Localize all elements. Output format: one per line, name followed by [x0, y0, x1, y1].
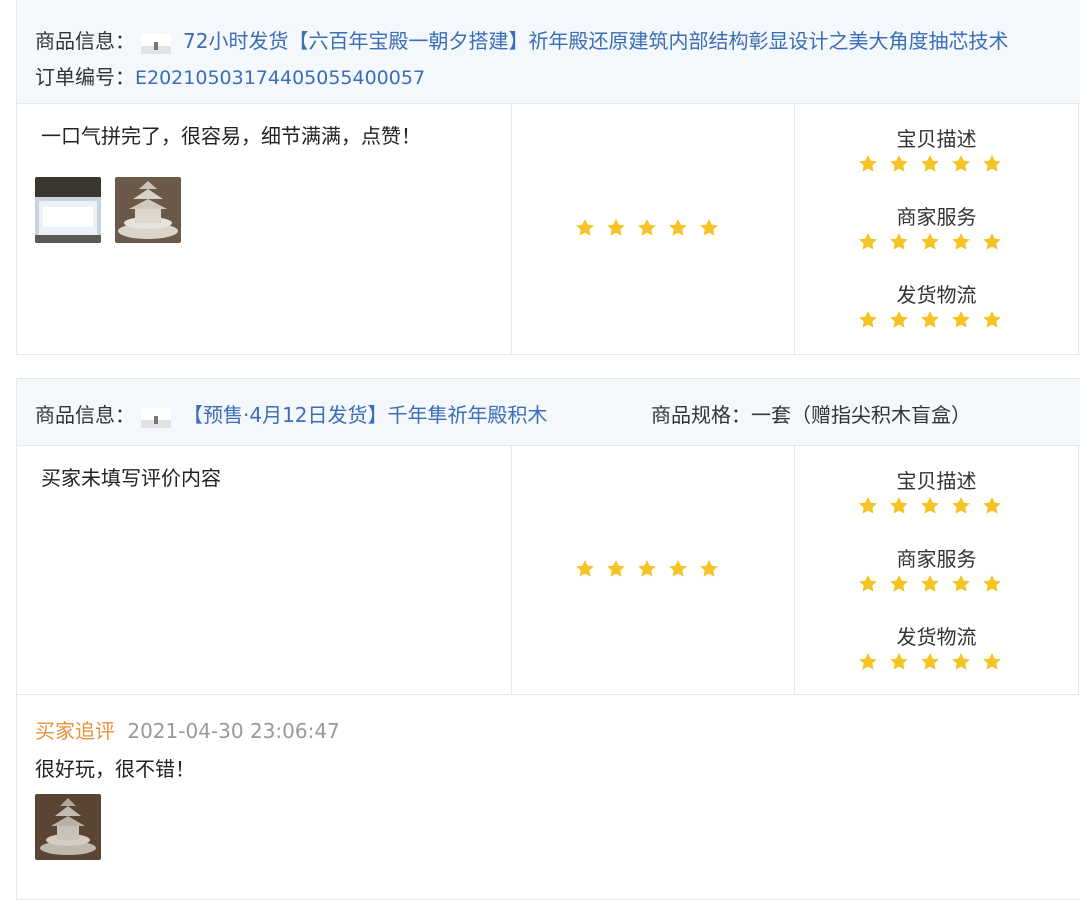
star-icon: [981, 153, 1003, 175]
star-icon: [857, 153, 879, 175]
star-icon: [667, 558, 689, 580]
star-icon: [888, 309, 910, 331]
star-icon: [574, 217, 596, 239]
review-header-2: 商品信息： 【预售·4月12日发货】千年隼祈年殿积木 商品规格：一套（赠指尖积木盲…: [17, 379, 1080, 446]
star-icon: [950, 153, 972, 175]
star-icon: [919, 231, 941, 253]
star-icon: [888, 231, 910, 253]
review-card-1: 商品信息： 72小时发货【六百年宝殿一朝夕搭建】祈年殿还原建筑内部结构彰显设计之美…: [16, 0, 1080, 355]
overall-stars: [574, 217, 720, 239]
review-header-1: 商品信息： 72小时发货【六百年宝殿一朝夕搭建】祈年殿还原建筑内部结构彰显设计之美…: [17, 0, 1080, 104]
review-card-2: 商品信息： 【预售·4月12日发货】千年隼祈年殿积木 商品规格：一套（赠指尖积木盲…: [16, 378, 1080, 900]
product-info-label: 商品信息：: [35, 29, 135, 53]
rating-label-description: 宝贝描述: [896, 469, 977, 493]
star-icon: [667, 217, 689, 239]
star-icon: [950, 651, 972, 673]
rating-label-service: 商家服务: [896, 205, 977, 229]
star-icon: [574, 558, 596, 580]
rating-stars-logistics: [857, 651, 1003, 673]
rating-label-logistics: 发货物流: [896, 625, 977, 649]
star-icon: [605, 558, 627, 580]
followup-label: 买家追评: [35, 719, 115, 743]
star-icon: [888, 153, 910, 175]
star-icon: [919, 495, 941, 517]
product-info-label: 商品信息：: [35, 403, 135, 427]
overall-rating-cell: [512, 104, 795, 354]
order-number-link[interactable]: E20210503174405055400057: [135, 67, 425, 89]
product-title-link[interactable]: 72小时发货【六百年宝殿一朝夕搭建】祈年殿还原建筑内部结构彰显设计之美大角度抽芯…: [183, 29, 1008, 53]
review-content-cell: 买家未填写评价内容: [17, 446, 512, 694]
star-icon: [950, 495, 972, 517]
overall-rating-cell: [512, 446, 795, 694]
rating-label-description: 宝贝描述: [896, 127, 977, 151]
star-icon: [919, 153, 941, 175]
review-comment: 买家未填写评价内容: [41, 466, 221, 490]
star-icon: [698, 217, 720, 239]
followup-review: 买家追评 2021-04-30 23:06:47 很好玩，很不错！: [17, 695, 1080, 899]
star-icon: [636, 217, 658, 239]
order-number-label: 订单编号：: [35, 65, 135, 89]
star-icon: [857, 231, 879, 253]
star-icon: [950, 231, 972, 253]
product-thumbnail[interactable]: [141, 33, 171, 54]
product-spec-label: 商品规格：: [651, 403, 751, 427]
product-thumbnail[interactable]: [141, 407, 171, 428]
star-icon: [857, 651, 879, 673]
star-icon: [698, 558, 720, 580]
followup-photo[interactable]: [35, 794, 101, 860]
rating-stars-description: [857, 153, 1003, 175]
product-title-link[interactable]: 【预售·4月12日发货】千年隼祈年殿积木: [183, 403, 548, 427]
review-photo[interactable]: [35, 177, 101, 243]
star-icon: [981, 651, 1003, 673]
star-icon: [919, 573, 941, 595]
followup-timestamp: 2021-04-30 23:06:47: [127, 719, 340, 743]
star-icon: [981, 231, 1003, 253]
star-icon: [605, 217, 627, 239]
rating-stars-service: [857, 573, 1003, 595]
rating-label-service: 商家服务: [896, 547, 977, 571]
star-icon: [919, 651, 941, 673]
overall-stars: [574, 558, 720, 580]
star-icon: [981, 309, 1003, 331]
detailed-rating-cell: 宝贝描述 商家服务 发货物流: [795, 446, 1079, 694]
review-comment: 一口气拼完了，很容易，细节满满，点赞！: [41, 124, 421, 148]
product-spec-value: 一套（赠指尖积木盲盒）: [751, 403, 971, 427]
star-icon: [981, 495, 1003, 517]
star-icon: [888, 495, 910, 517]
star-icon: [919, 309, 941, 331]
star-icon: [950, 309, 972, 331]
followup-text: 很好玩，很不错！: [35, 757, 195, 781]
rating-stars-service: [857, 231, 1003, 253]
star-icon: [857, 573, 879, 595]
star-icon: [857, 495, 879, 517]
star-icon: [888, 573, 910, 595]
review-photo[interactable]: [115, 177, 181, 243]
star-icon: [888, 651, 910, 673]
star-icon: [857, 309, 879, 331]
rating-stars-logistics: [857, 309, 1003, 331]
rating-label-logistics: 发货物流: [896, 283, 977, 307]
star-icon: [636, 558, 658, 580]
rating-stars-description: [857, 495, 1003, 517]
review-content-cell: 一口气拼完了，很容易，细节满满，点赞！: [17, 104, 512, 354]
detailed-rating-cell: 宝贝描述 商家服务 发货物流: [795, 104, 1079, 354]
star-icon: [950, 573, 972, 595]
star-icon: [981, 573, 1003, 595]
